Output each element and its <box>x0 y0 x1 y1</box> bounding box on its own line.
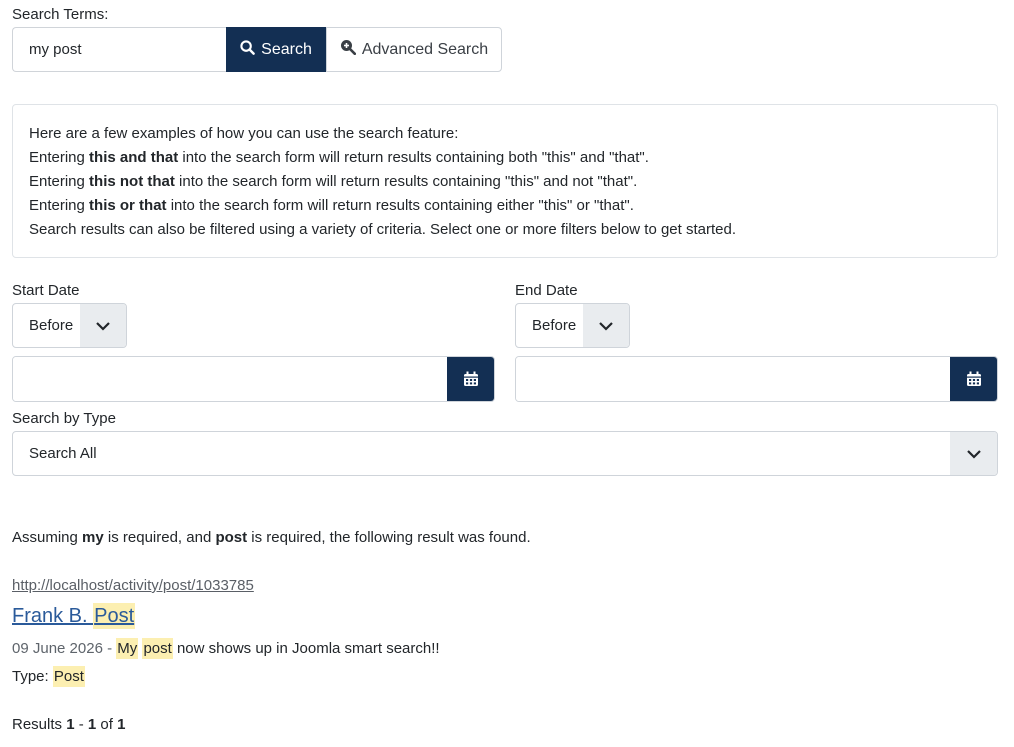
search-type-select[interactable]: Search All <box>12 431 998 476</box>
search-input[interactable] <box>12 27 228 72</box>
search-terms-label: Search Terms: <box>12 6 109 23</box>
end-date-label: End Date <box>515 282 578 299</box>
result-date: 09 June 2026 <box>12 640 103 657</box>
start-date-mode-value: Before <box>29 317 74 334</box>
start-date-field[interactable] <box>12 356 495 402</box>
help-line-or: Entering this or that into the search fo… <box>29 197 634 214</box>
zoom-plus-icon <box>340 39 356 60</box>
chevron-down-icon <box>583 304 629 347</box>
help-line-not: Entering this not that into the search f… <box>29 173 638 190</box>
chevron-down-icon <box>80 304 126 347</box>
end-date-input[interactable] <box>516 357 950 401</box>
calendar-icon[interactable] <box>950 357 997 401</box>
help-intro: Here are a few examples of how you can u… <box>29 125 459 142</box>
advanced-search-label: Advanced Search <box>361 40 489 58</box>
help-outro: Search results can also be filtered usin… <box>29 221 737 238</box>
result-meta: 09 June 2026 - My post now shows up in J… <box>12 638 440 659</box>
chevron-down-icon <box>950 432 997 475</box>
search-summary: Assuming my is required, and post is req… <box>12 529 531 546</box>
search-button-label: Search <box>261 40 312 58</box>
start-date-mode-select[interactable]: Before <box>12 303 127 348</box>
result-url-link[interactable]: http://localhost/activity/post/1033785 <box>12 577 254 594</box>
results-counter: Results 1 - 1 of 1 <box>12 716 126 733</box>
start-date-input[interactable] <box>13 357 447 401</box>
search-button[interactable]: Search <box>226 27 326 72</box>
end-date-field[interactable] <box>515 356 998 402</box>
search-type-value: Search All <box>29 445 97 462</box>
calendar-icon[interactable] <box>447 357 494 401</box>
end-date-mode-value: Before <box>532 317 577 334</box>
result-type: Type: Post <box>12 666 85 687</box>
end-date-mode-select[interactable]: Before <box>515 303 630 348</box>
search-icon <box>240 39 255 60</box>
result-title-link[interactable]: Frank B. Post <box>12 603 136 629</box>
advanced-search-button[interactable]: Advanced Search <box>326 27 502 72</box>
start-date-label: Start Date <box>12 282 80 299</box>
help-line-and: Entering this and that into the search f… <box>29 149 649 166</box>
search-type-label: Search by Type <box>12 410 116 427</box>
result-title-highlight: Post <box>93 603 136 629</box>
search-help-box: Here are a few examples of how you can u… <box>12 104 998 258</box>
